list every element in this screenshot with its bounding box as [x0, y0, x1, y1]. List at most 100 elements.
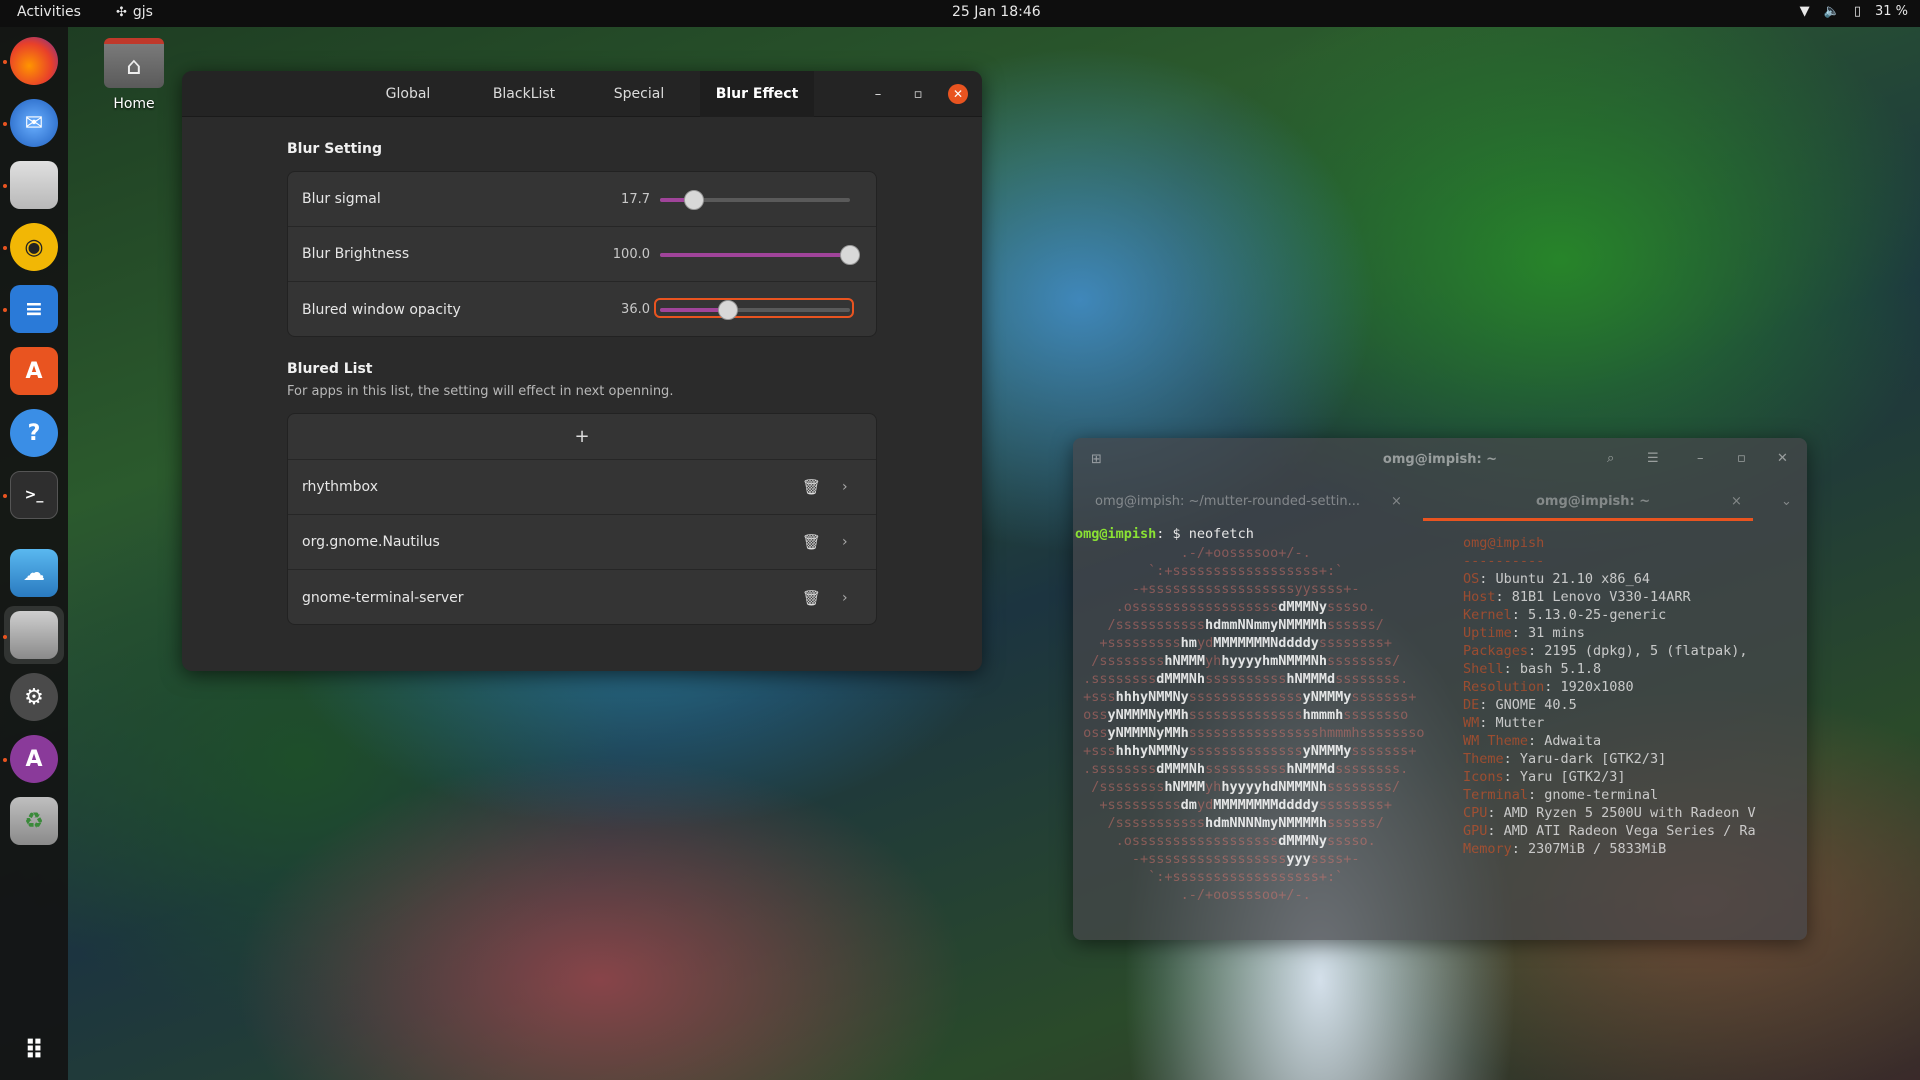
ascii-segment: sssso.: [1326, 833, 1376, 849]
terminal-tab-2[interactable]: omg@impish: ~: [1536, 494, 1650, 509]
activities-button[interactable]: Activities: [17, 4, 81, 20]
delete-icon[interactable]: 🗑: [802, 478, 821, 496]
ascii-segment: hhhyNMMNy: [1115, 743, 1189, 759]
info-row: Memory: 2307MiB / 5833MiB: [1463, 841, 1667, 857]
chevron-down-icon[interactable]: ⌄: [1781, 494, 1792, 509]
settings-icon[interactable]: ⚙: [10, 673, 58, 721]
tab-special[interactable]: Special: [594, 71, 684, 117]
blur-sigma-slider-knob[interactable]: [684, 190, 705, 210]
ascii-segment: yNMMMy: [1302, 689, 1352, 705]
ascii-segment: hNMMMd: [1286, 761, 1336, 777]
gjs-app-icon: ✣: [116, 4, 127, 20]
help-icon[interactable]: ?: [10, 409, 58, 457]
ascii-segment: .ossssssssssssssssss: [1075, 833, 1279, 849]
ascii-segment: -+ssssssssssssssssssyyssss+-: [1075, 581, 1360, 597]
dock: ✉ ◉ ≡ A ? >_ ☁ ⚙ A ♻ ⠿: [0, 27, 68, 1080]
chevron-right-icon[interactable]: ›: [842, 590, 848, 606]
close-icon[interactable]: ×: [1731, 494, 1742, 509]
blur-brightness-slider-fill: [660, 253, 850, 257]
close-button[interactable]: ✕: [1777, 451, 1788, 466]
show-apps-icon[interactable]: ⠿: [10, 1027, 58, 1075]
prompt-user: omg@impish: [1075, 526, 1157, 542]
list-item[interactable]: rhythmbox 🗑 ›: [288, 460, 876, 515]
blured-window-opacity-value: 36.0: [621, 302, 650, 317]
blured-window-opacity-slider[interactable]: [660, 300, 850, 320]
ascii-line: .ossssssssssssssssssdMMMNysssso.: [1075, 598, 1455, 616]
tab-blacklist[interactable]: BlackList: [476, 71, 572, 117]
ascii-segment: hNMMM: [1164, 779, 1206, 795]
terminal-tab-1[interactable]: omg@impish: ~/mutter-rounded-settin...: [1095, 494, 1360, 509]
home-folder-icon[interactable]: ⌂: [104, 38, 164, 88]
blur-brightness-slider[interactable]: [660, 245, 860, 265]
add-app-button[interactable]: +: [288, 414, 876, 460]
firefox-icon[interactable]: [10, 37, 58, 85]
ascii-segment: MMMMMMMMddddy: [1213, 797, 1319, 813]
extension-icon[interactable]: A: [10, 735, 58, 783]
search-icon[interactable]: ⌕: [1607, 451, 1614, 466]
blur-brightness-row: Blur Brightness 100.0: [288, 227, 876, 282]
trash-icon[interactable]: ♻: [10, 797, 58, 845]
delete-icon[interactable]: 🗑: [802, 533, 821, 551]
running-indicator: [3, 60, 7, 64]
gjs-app-icon[interactable]: [10, 611, 58, 659]
maximize-button[interactable]: ▫: [1737, 451, 1746, 466]
close-button[interactable]: ✕: [948, 84, 968, 104]
weather-icon[interactable]: ☁: [10, 549, 58, 597]
maximize-button[interactable]: ▫: [908, 84, 928, 104]
chevron-right-icon[interactable]: ›: [842, 534, 848, 550]
blured-window-opacity-label: Blured window opacity: [302, 301, 461, 318]
files-icon[interactable]: [10, 161, 58, 209]
menu-icon[interactable]: ☰: [1647, 451, 1659, 466]
battery-icon: ▯: [1853, 4, 1861, 19]
ascii-segment: ssssssssssssss: [1188, 707, 1303, 723]
ascii-segment: +sss: [1075, 689, 1116, 705]
minimize-button[interactable]: –: [868, 84, 888, 104]
minimize-button[interactable]: –: [1697, 451, 1704, 466]
info-row: DE: GNOME 40.5: [1463, 697, 1577, 713]
tab-blur-effect[interactable]: Blur Effect: [700, 71, 814, 117]
ascii-segment: hdmmNNmmyNMMMMh: [1205, 617, 1327, 633]
software-icon[interactable]: A: [10, 347, 58, 395]
writer-icon[interactable]: ≡: [10, 285, 58, 333]
ascii-line: +ssssssssshmydMMMMMMMNddddyssssssss+: [1075, 634, 1455, 652]
ascii-segment: ssssssssssssss: [1188, 743, 1303, 759]
ascii-segment: +sss: [1075, 743, 1116, 759]
terminal-icon[interactable]: >_: [10, 471, 58, 519]
rhythmbox-icon[interactable]: ◉: [10, 223, 58, 271]
app-menu-label: gjs: [132, 4, 153, 20]
ascii-segment: yyy: [1286, 851, 1311, 867]
blur-sigma-slider[interactable]: [660, 190, 850, 210]
info-row: WM: Mutter: [1463, 715, 1545, 731]
terminal-output[interactable]: omg@impish: $ neofetch .-/+oossssoo+/-. …: [1075, 526, 1805, 936]
neofetch-logo: .-/+oossssoo+/-. `:+ssssssssssssssssss+:…: [1075, 544, 1455, 904]
blur-brightness-slider-knob[interactable]: [840, 245, 860, 265]
ascii-line: ossyNMMMNyMMhsssssssssssssshmmmhssssssso: [1075, 706, 1455, 724]
ascii-segment: ssssssss/: [1326, 779, 1401, 795]
system-status-area[interactable]: ▼ 🔈 ▯ 31 %: [1800, 4, 1908, 19]
list-item-label: rhythmbox: [302, 479, 378, 495]
info-row: WM Theme: Adwaita: [1463, 733, 1602, 749]
list-item[interactable]: org.gnome.Nautilus 🗑 ›: [288, 515, 876, 570]
thunderbird-icon[interactable]: ✉: [10, 99, 58, 147]
terminal-window: ⊞ omg@impish: ~ ⌕ ☰ – ▫ ✕ omg@impish: ~/…: [1073, 438, 1807, 940]
ascii-segment: ssss+-: [1310, 851, 1360, 867]
volume-icon: 🔈: [1823, 4, 1840, 19]
app-menu[interactable]: ✣ gjs: [116, 4, 153, 20]
ascii-line: .-/+oossssoo+/-.: [1075, 544, 1455, 562]
delete-icon[interactable]: 🗑: [802, 589, 821, 607]
window-header: Global BlackList Special Blur Effect – ▫…: [182, 71, 982, 117]
info-row: GPU: AMD ATI Radeon Vega Series / Ra: [1463, 823, 1756, 839]
ascii-segment: sssssss+: [1351, 743, 1417, 759]
ascii-line: .ssssssssdMMMNhsssssssssshNMMMdssssssss.: [1075, 670, 1455, 688]
list-item[interactable]: gnome-terminal-server 🗑 ›: [288, 570, 876, 624]
info-row: OS: Ubuntu 21.10 x86_64: [1463, 571, 1650, 587]
close-icon[interactable]: ×: [1391, 494, 1402, 509]
tab-global[interactable]: Global: [364, 71, 452, 117]
ascii-segment: MMMMMMMNddddy: [1213, 635, 1319, 651]
clock[interactable]: 25 Jan 18:46: [952, 4, 1041, 20]
ascii-line: -+sssssssssssssssssyyyssss+-: [1075, 850, 1455, 868]
running-indicator: [3, 635, 7, 639]
list-item-label: gnome-terminal-server: [302, 589, 464, 606]
info-row: Icons: Yaru [GTK2/3]: [1463, 769, 1626, 785]
chevron-right-icon[interactable]: ›: [842, 479, 848, 495]
